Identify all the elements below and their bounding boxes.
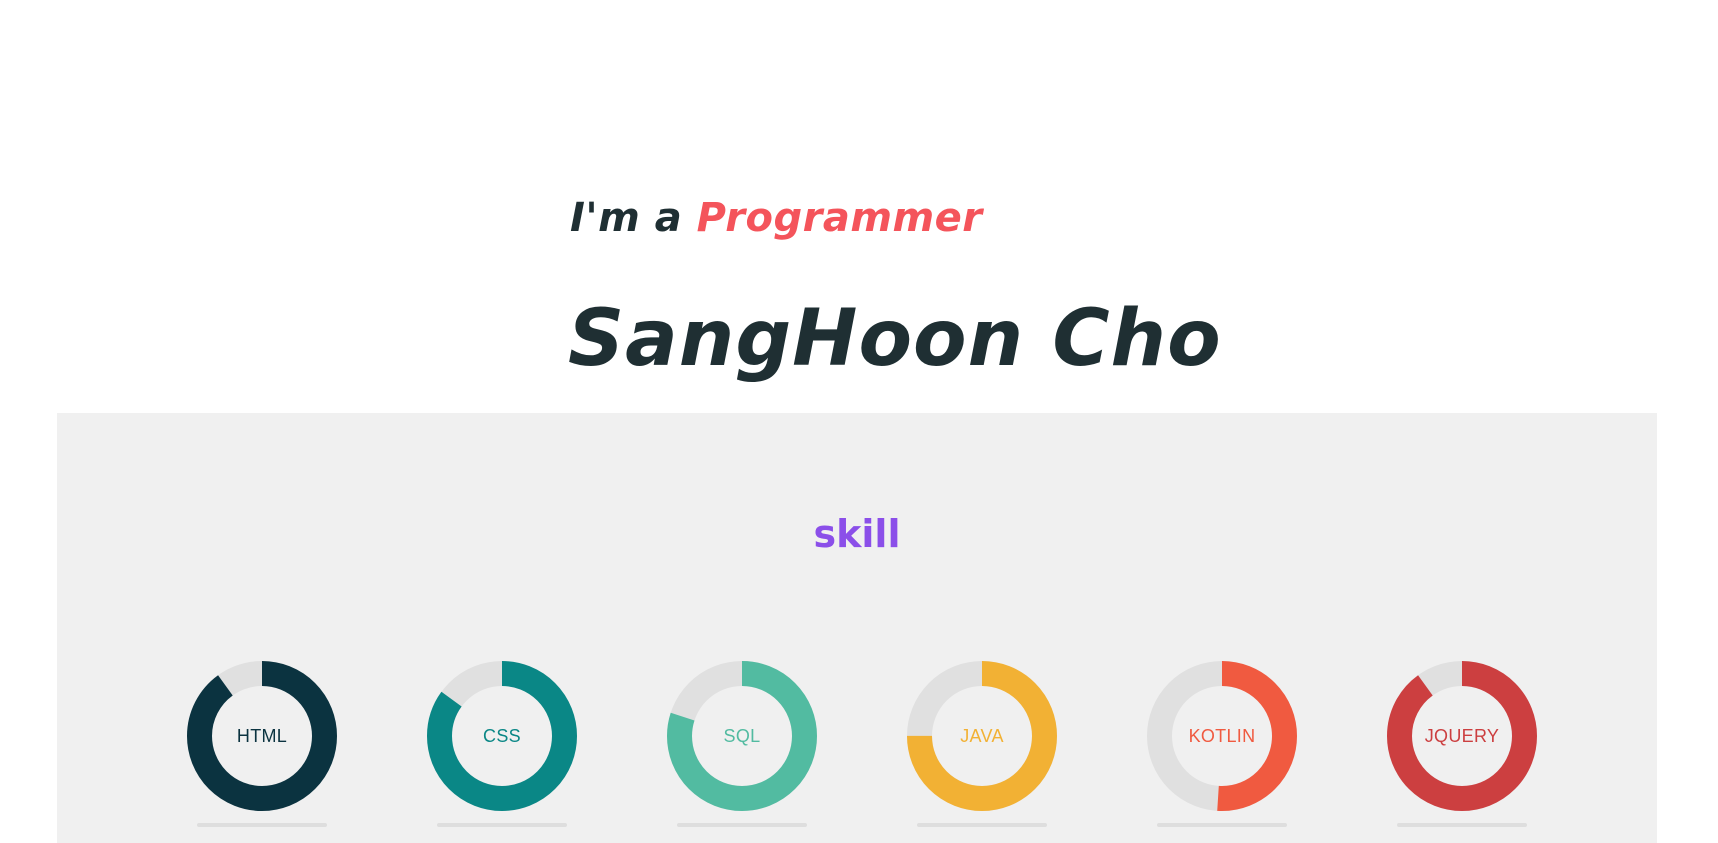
skill-item-kotlin: KOTLIN [1147, 661, 1297, 841]
skill-label: SQL [723, 725, 761, 746]
skill-label: HTML [236, 725, 288, 746]
skill-section-title: skill [813, 512, 901, 556]
skill-underline [677, 823, 807, 827]
skill-underline [1397, 823, 1527, 827]
skill-underline [437, 823, 567, 827]
skill-item-sql: SQL [667, 661, 817, 841]
skill-underline [917, 823, 1047, 827]
hero-section: I'm a Programmer SangHoon Cho [0, 0, 1718, 413]
skill-item-html: HTML [187, 661, 337, 841]
skill-underline [197, 823, 327, 827]
tagline-prefix: I'm a [570, 195, 683, 241]
skill-item-css: CSS [427, 661, 577, 841]
skill-label: JAVA [960, 725, 1004, 746]
skill-underline [1157, 823, 1287, 827]
skill-item-java: JAVA [907, 661, 1057, 841]
skill-section: skill HTML CSS SQL JAVA KOTLIN JQUERY [57, 413, 1657, 843]
skill-label: JQUERY [1424, 725, 1500, 746]
hero-name: SangHoon Cho [568, 294, 1222, 384]
skill-label: CSS [483, 725, 521, 746]
skill-item-jquery: JQUERY [1387, 661, 1537, 841]
skill-label: KOTLIN [1188, 725, 1256, 746]
tagline: I'm a Programmer [570, 198, 983, 238]
tagline-role: Programmer [696, 195, 983, 241]
